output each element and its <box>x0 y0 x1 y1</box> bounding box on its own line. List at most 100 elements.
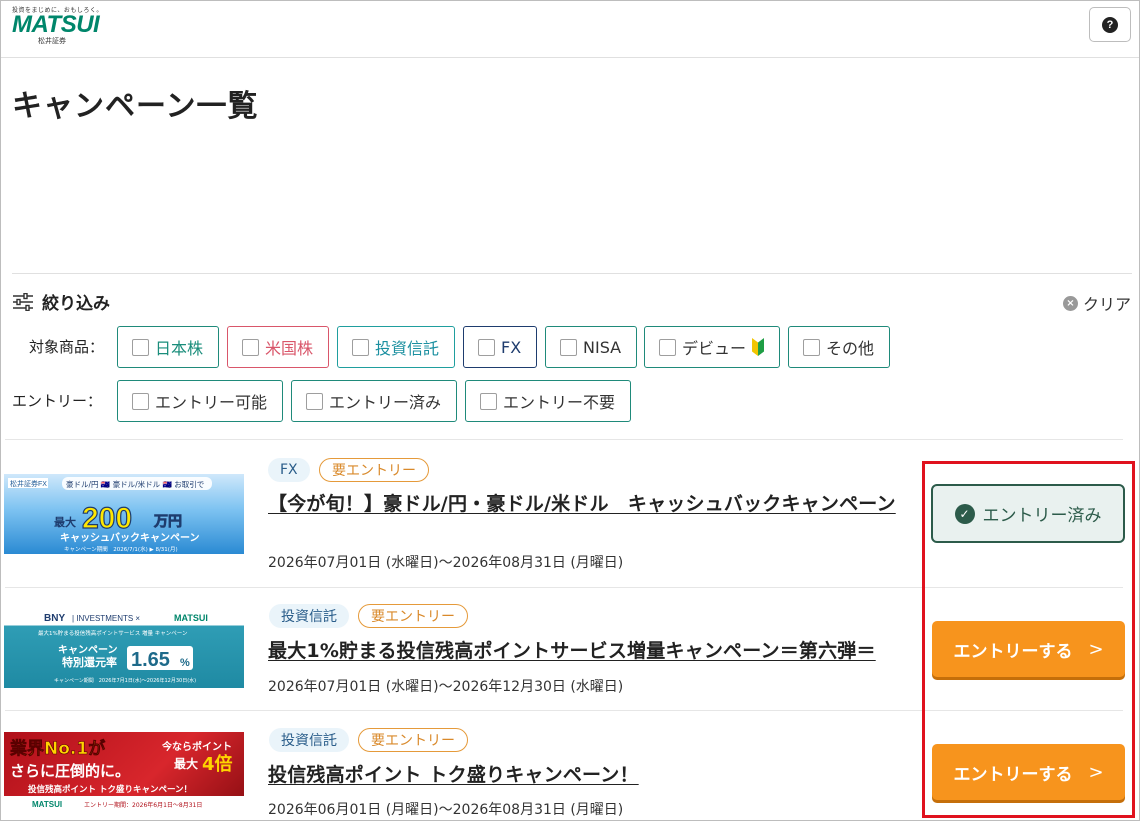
checkbox[interactable] <box>478 338 495 356</box>
chip-label: FX <box>501 337 522 357</box>
banner-graphic: BNY | INVESTMENTS × MATSUI 最大1%貯まる投信残高ポイ… <box>38 613 208 684</box>
banner-caption: キャッシュバックキャンペーン <box>60 532 200 544</box>
beginner-mark-icon <box>752 338 764 356</box>
banner-period: キャンペーン期間 2026年7月1日(水)〜2026年12月30日(水) <box>54 677 196 684</box>
checkbox[interactable] <box>306 392 323 410</box>
page-title: キャンペーン一覧 <box>12 89 259 124</box>
entry-required-tag: 要エントリー <box>319 458 429 482</box>
filter-title: 絞り込み <box>42 294 110 314</box>
banner-graphic: 松井証券FX 豪ドル/円 🇦🇺 豪ドル/米ドル 🇦🇺 お取引で 最大 200 万… <box>8 477 212 553</box>
banner-graphic: 業界No.1が さらに圧倒的に。 今ならポイント 最大 4倍 投信残高ポイント … <box>4 738 244 812</box>
product-filter-label: 対象商品： <box>29 338 105 356</box>
campaign-title-link[interactable]: 投信残高ポイント トク盛りキャンペーン！ <box>268 761 639 789</box>
chevron-right-icon: > <box>1088 638 1104 660</box>
clear-label: クリア <box>1082 295 1131 314</box>
entry-done-label: エントリー済み <box>982 506 1102 526</box>
campaign-period: 2026年07月01日 (水曜日)〜2026年12月30日 (水曜日) <box>268 679 624 695</box>
question-icon: ? <box>1102 16 1118 33</box>
banner-brand: MATSUI <box>32 800 62 809</box>
clear-icon: × <box>1062 295 1078 311</box>
entry-button-label: エントリーする <box>953 641 1073 662</box>
filter-chip-other[interactable]: その他 <box>788 326 890 368</box>
category-tag: 投資信託 <box>269 604 349 628</box>
filter-chip-fund[interactable]: 投資信託 <box>337 326 455 368</box>
category-tag: 投資信託 <box>269 728 349 752</box>
chip-label: エントリー可能 <box>155 393 268 412</box>
checkbox[interactable] <box>352 338 369 356</box>
filter-header: 絞り込み <box>12 289 110 314</box>
checkbox[interactable] <box>242 338 259 356</box>
divider <box>5 710 1123 711</box>
campaign-banner[interactable]: BNY | INVESTMENTS × MATSUI 最大1%貯まる投信残高ポイ… <box>4 608 244 688</box>
campaign-period: 2026年07月01日 (水曜日)〜2026年08月31日 (月曜日) <box>268 555 624 571</box>
banner-brand: 松井証券FX <box>10 479 47 488</box>
chip-label: NISA <box>583 337 622 357</box>
campaign-title-link[interactable]: 最大1%貯まる投信残高ポイントサービス増量キャンペーン＝第六弾＝ <box>268 637 876 665</box>
banner-top: 豪ドル/円 🇦🇺 豪ドル/米ドル 🇦🇺 お取引で <box>66 479 204 489</box>
entry-required-tag: 要エントリー <box>358 728 468 752</box>
entry-button[interactable]: エントリーする > <box>932 621 1125 677</box>
banner-pct: % <box>180 657 190 669</box>
banner-right3: 4倍 <box>202 753 233 775</box>
filter-chip-entry-done[interactable]: エントリー済み <box>291 380 457 422</box>
banner-amount: 200 <box>82 502 132 535</box>
checkbox[interactable] <box>560 338 577 356</box>
matsui-logo[interactable]: 投資をまじめに、おもしろく。 MATSUI 松井証券 <box>12 5 102 49</box>
chip-label: エントリー不要 <box>503 393 616 412</box>
filter-chip-fx[interactable]: FX <box>463 326 537 368</box>
entry-button-label: エントリーする <box>953 764 1073 785</box>
banner-prefix: 最大 <box>54 515 76 529</box>
divider <box>12 273 1132 274</box>
logo-text: MATSUI <box>12 11 100 38</box>
chevron-right-icon: > <box>1088 761 1104 783</box>
banner-period: エントリー期間：2026年6月1日〜8月31日 <box>84 801 202 809</box>
category-tag: FX <box>268 458 310 482</box>
entry-done-button[interactable]: ✓ エントリー済み <box>931 484 1125 543</box>
banner-caption: 投信残高ポイント トク盛りキャンペーン！ <box>28 784 192 795</box>
entry-required-tag: 要エントリー <box>358 604 468 628</box>
chip-label: 投資信託 <box>375 339 440 358</box>
filter-chip-debut[interactable]: デビュー <box>644 326 780 368</box>
filter-chip-japan-stock[interactable]: 日本株 <box>117 326 219 368</box>
sliders-icon <box>13 292 33 311</box>
banner-headline: 最大1%貯まる投信残高ポイントサービス 増量 キャンペーン <box>38 629 188 637</box>
divider <box>5 587 1123 588</box>
banner-line1: 業界No.1が <box>10 738 105 759</box>
checkbox[interactable] <box>659 338 676 356</box>
banner-brand-left: BNY <box>44 613 65 624</box>
campaign-banner[interactable]: 業界No.1が さらに圧倒的に。 今ならポイント 最大 4倍 投信残高ポイント … <box>4 732 244 812</box>
check-icon: ✓ <box>954 503 975 524</box>
banner-brand-mid: | INVESTMENTS × <box>72 614 140 623</box>
help-button[interactable]: ? <box>1089 7 1131 42</box>
banner-line2: 特別還元率 <box>62 655 117 669</box>
entry-button[interactable]: エントリーする > <box>932 744 1125 800</box>
checkbox[interactable] <box>803 338 820 356</box>
header: 投資をまじめに、おもしろく。 MATSUI 松井証券 ? <box>1 1 1139 58</box>
campaign-period: 2026年06月01日 (月曜日)〜2026年08月31日 (月曜日) <box>268 802 624 818</box>
chip-label: デビュー <box>682 339 747 358</box>
checkbox[interactable] <box>132 338 149 356</box>
filter-chip-nisa[interactable]: NISA <box>545 326 637 368</box>
campaign-title-link[interactable]: 【今が旬！】豪ドル/円・豪ドル/米ドル キャッシュバックキャンペーン <box>268 490 908 518</box>
divider <box>5 439 1123 440</box>
banner-period: キャンペーン期間 2026/7/1(水) ▶ 8/31(月) <box>64 545 178 553</box>
filter-chip-entry-unneeded[interactable]: エントリー不要 <box>465 380 631 422</box>
banner-right1: 今ならポイント <box>161 740 232 753</box>
banner-line2: さらに圧倒的に。 <box>10 762 130 780</box>
banner-unit: 万円 <box>153 514 182 530</box>
banner-rate: 1.65 <box>131 649 170 671</box>
filter-chip-us-stock[interactable]: 米国株 <box>227 326 329 368</box>
filter-chip-entry-available[interactable]: エントリー可能 <box>117 380 283 422</box>
chip-label: エントリー済み <box>329 393 442 412</box>
clear-button[interactable]: × クリア <box>1062 291 1131 315</box>
banner-brand-right: MATSUI <box>174 613 208 623</box>
checkbox[interactable] <box>480 392 497 410</box>
page-frame: 投資をまじめに、おもしろく。 MATSUI 松井証券 ? キャンペーン一覧 絞り… <box>0 0 1140 821</box>
campaign-banner[interactable]: 松井証券FX 豪ドル/円 🇦🇺 豪ドル/米ドル 🇦🇺 お取引で 最大 200 万… <box>4 474 244 554</box>
chip-label: 米国株 <box>265 339 314 358</box>
banner-line1: キャンペーン <box>58 644 118 656</box>
chip-label: その他 <box>826 339 875 358</box>
chip-label: 日本株 <box>155 339 204 358</box>
checkbox[interactable] <box>132 392 149 410</box>
entry-filter-label: エントリー： <box>12 392 103 410</box>
